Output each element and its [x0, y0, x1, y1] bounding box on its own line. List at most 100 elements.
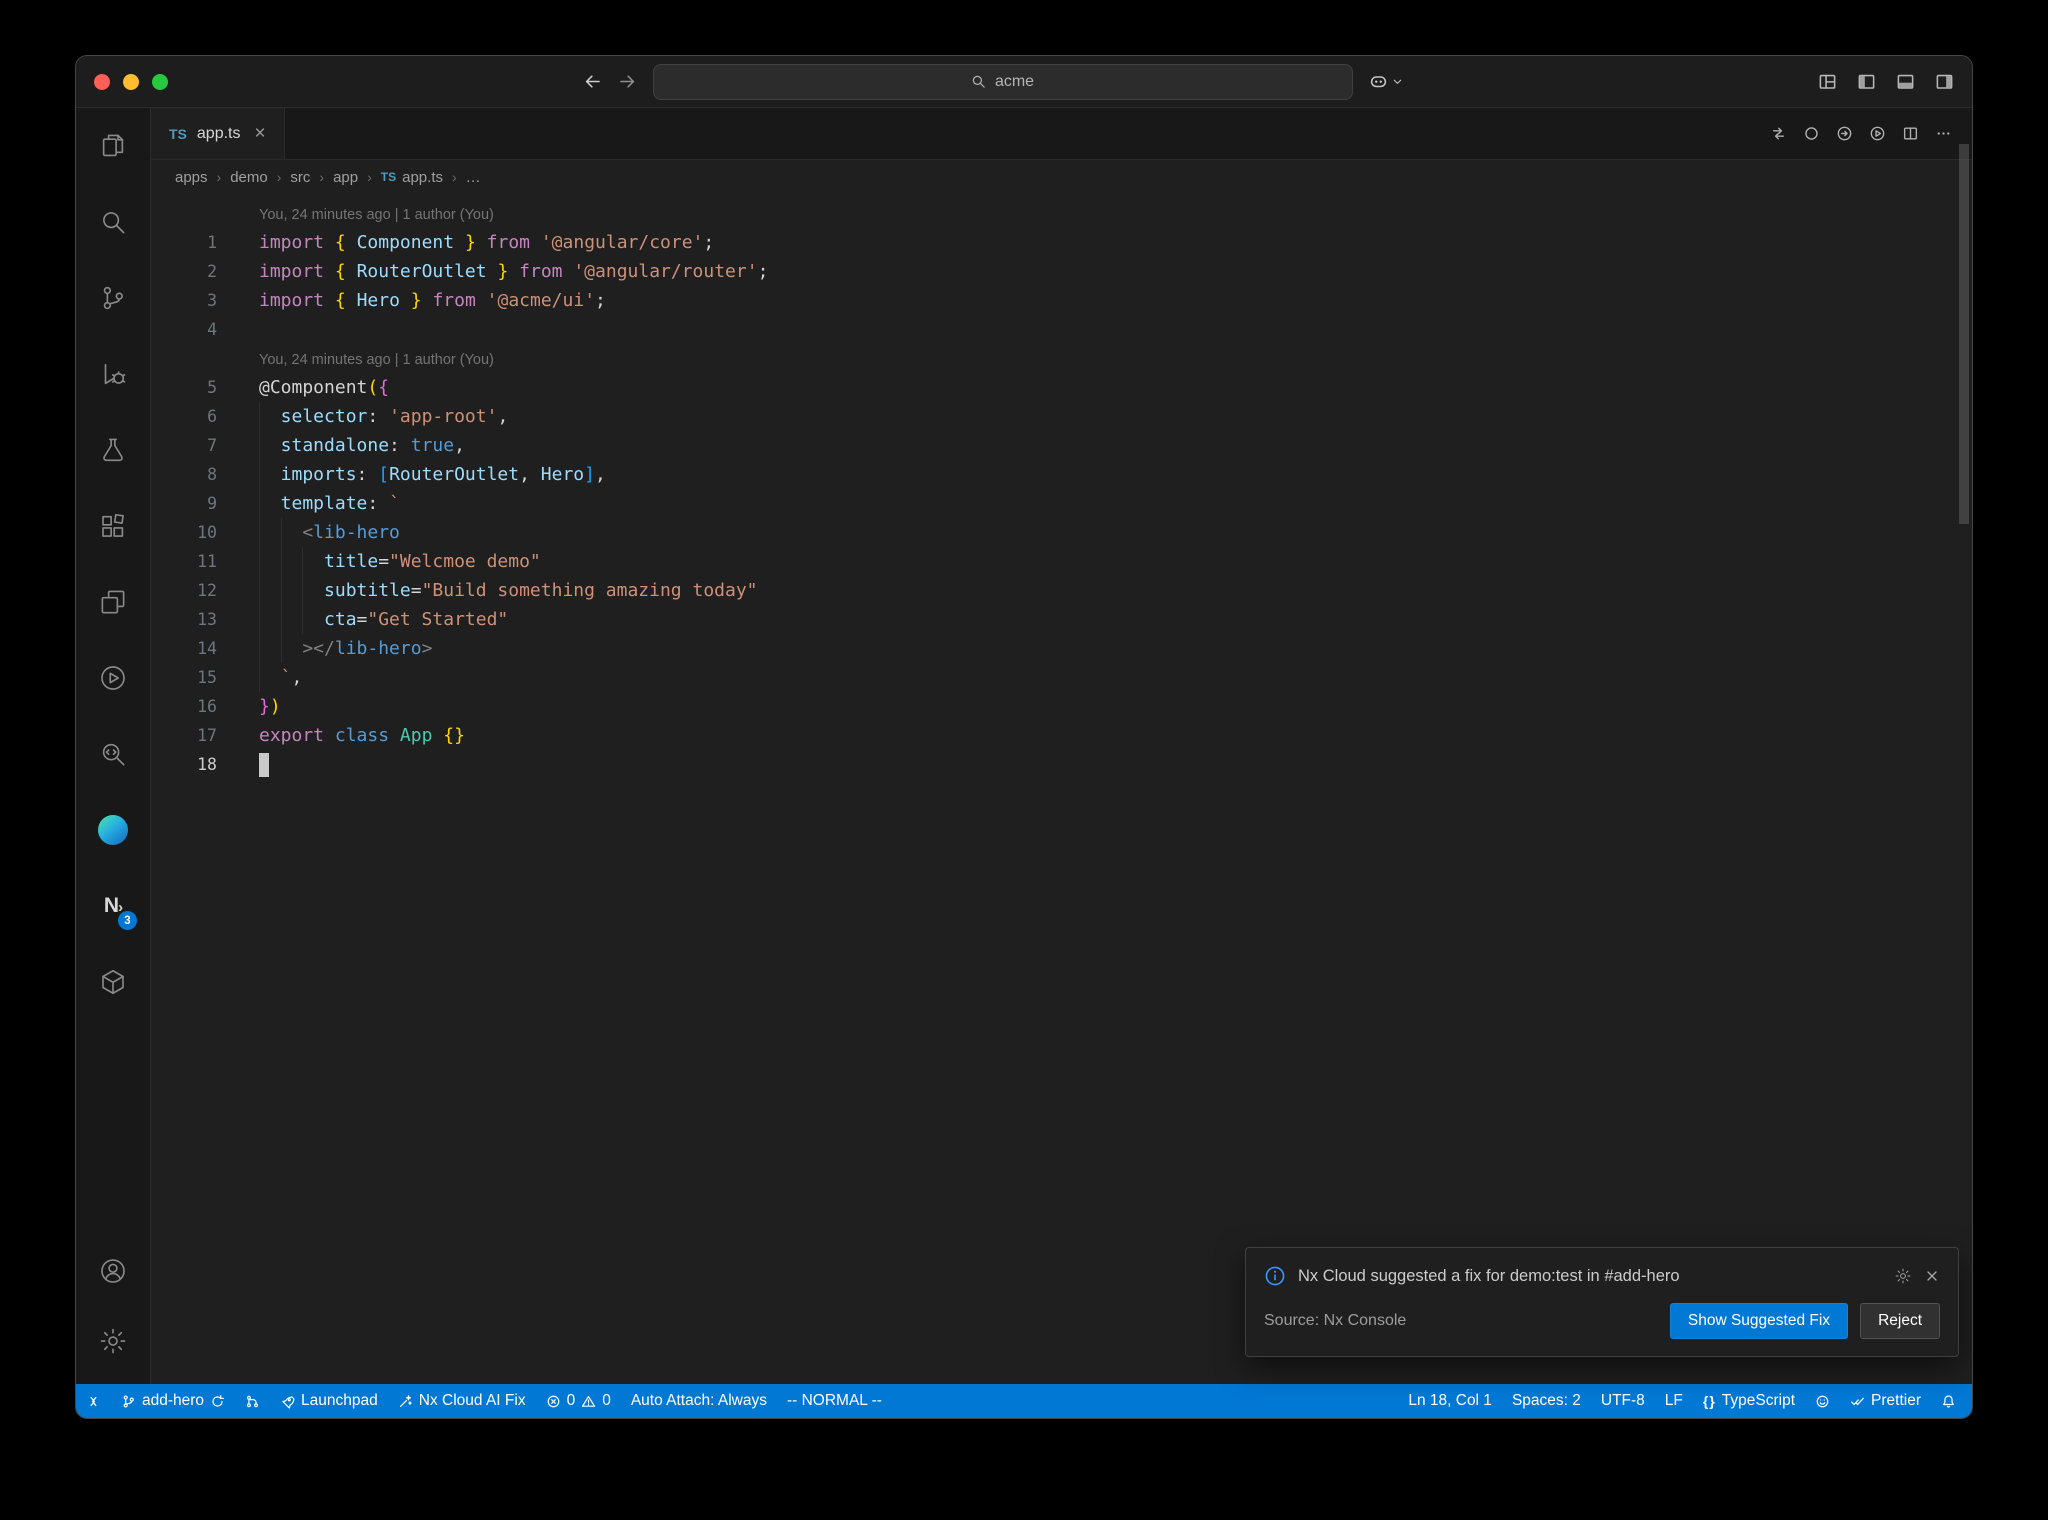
code-line-13[interactable]: 13 cta="Get Started": [151, 605, 1972, 634]
status-problems[interactable]: 00: [536, 1384, 621, 1418]
status-indentation[interactable]: Spaces: 2: [1502, 1384, 1591, 1418]
activity-code-search-icon[interactable]: [76, 716, 150, 792]
status-vim-mode[interactable]: -- NORMAL --: [777, 1384, 892, 1418]
info-icon: [1264, 1265, 1286, 1287]
status-feedback[interactable]: [1805, 1384, 1840, 1418]
status-formatter[interactable]: Prettier: [1840, 1384, 1931, 1418]
split-editor-icon[interactable]: [1902, 125, 1919, 142]
code-line-3[interactable]: 3 import { Hero } from '@acme/ui';: [151, 286, 1972, 315]
panel-bottom-icon[interactable]: [1896, 72, 1915, 91]
run-file-icon[interactable]: [1869, 125, 1886, 142]
activity-explorer-icon[interactable]: [76, 108, 150, 184]
status-auto-attach[interactable]: Auto Attach: Always: [621, 1384, 777, 1418]
activity-testing-icon[interactable]: [76, 412, 150, 488]
forward-arrow-icon[interactable]: [618, 72, 637, 91]
line-number: 7: [207, 436, 217, 455]
code-line-17[interactable]: 17 export class App {}: [151, 721, 1972, 750]
status-remote-indicator[interactable]: [76, 1384, 111, 1418]
more-actions-icon[interactable]: [1935, 125, 1952, 142]
code-line-8[interactable]: 8 imports: [RouterOutlet, Hero],: [151, 460, 1972, 489]
close-window-button[interactable]: [94, 73, 110, 90]
code-editor[interactable]: You, 24 minutes ago | 1 author (You) 1 imp…: [151, 194, 1972, 1384]
status-label: 0: [566, 1392, 576, 1409]
breadcrumb-item[interactable]: …: [466, 169, 481, 186]
activity-account-icon[interactable]: [76, 1236, 150, 1306]
activity-run-circle-icon[interactable]: [76, 640, 150, 716]
zoom-window-button[interactable]: [152, 73, 168, 90]
status-label: Nx Cloud AI Fix: [418, 1392, 526, 1409]
breadcrumb-item[interactable]: src: [290, 169, 310, 186]
breadcrumb-item[interactable]: app: [333, 169, 358, 186]
status-label: -- NORMAL --: [786, 1392, 882, 1409]
status-launchpad[interactable]: Launchpad: [270, 1384, 388, 1418]
tab-bar: TS app.ts ×: [151, 108, 1972, 160]
code-line-7[interactable]: 7 standalone: true,: [151, 431, 1972, 460]
status-label: Launchpad: [301, 1392, 378, 1409]
activity-extensions-icon[interactable]: [76, 488, 150, 564]
panel-left-icon[interactable]: [1857, 72, 1876, 91]
vscode-window: acme N› 3 TS app.ts × apps › demo › src › app › T…: [75, 55, 1973, 1419]
minimize-window-button[interactable]: [123, 73, 139, 90]
activity-edge-icon[interactable]: [76, 792, 150, 868]
code-line-14[interactable]: 14 ></lib-hero>: [151, 634, 1972, 663]
circle-icon[interactable]: [1803, 125, 1820, 142]
status-label: Auto Attach: Always: [630, 1392, 767, 1409]
breadcrumb: apps › demo › src › app › TS app.ts ›…: [151, 160, 1972, 194]
activity-run-debug-icon[interactable]: [76, 336, 150, 412]
code-line-2[interactable]: 2 import { RouterOutlet } from '@angular/…: [151, 257, 1972, 286]
sync-icon: [210, 1394, 225, 1409]
typescript-file-icon: TS: [169, 125, 187, 142]
status-eol[interactable]: LF: [1655, 1384, 1693, 1418]
nx-badge: 3: [118, 911, 137, 930]
activity-settings-gear-icon[interactable]: [76, 1306, 150, 1376]
line-number: [151, 199, 217, 228]
breadcrumb-item[interactable]: apps: [175, 169, 208, 186]
code-line-4[interactable]: 4: [151, 315, 1972, 344]
activity-search-icon[interactable]: [76, 184, 150, 260]
code-line-15[interactable]: 15 `,: [151, 663, 1972, 692]
breadcrumb-separator: ›: [367, 169, 372, 185]
close-notification-icon[interactable]: [1924, 1268, 1940, 1284]
notification-settings-icon[interactable]: [1894, 1267, 1912, 1285]
goto-icon[interactable]: [1836, 125, 1853, 142]
copilot-menu[interactable]: [1369, 72, 1404, 91]
activity-source-control-icon[interactable]: [76, 260, 150, 336]
code-line-5[interactable]: 5 @Component({: [151, 373, 1972, 402]
status-nx-cloud-ai-fix[interactable]: Nx Cloud AI Fix: [388, 1384, 536, 1418]
breadcrumb-item[interactable]: demo: [230, 169, 268, 186]
activity-nx-icon[interactable]: N› 3: [76, 868, 150, 944]
code-line-6[interactable]: 6 selector: 'app-root',: [151, 402, 1972, 431]
activity-cube-icon[interactable]: [76, 944, 150, 1020]
close-tab-icon[interactable]: ×: [254, 123, 265, 145]
back-arrow-icon[interactable]: [583, 72, 602, 91]
activity-windows-icon[interactable]: [76, 564, 150, 640]
branch-icon: [121, 1394, 136, 1409]
customize-layout-icon[interactable]: [1818, 72, 1837, 91]
status-cursor-position[interactable]: Ln 18, Col 1: [1398, 1384, 1502, 1418]
panel-right-icon[interactable]: [1935, 72, 1954, 91]
code-line-9[interactable]: 9 template: `: [151, 489, 1972, 518]
breadcrumb-separator: ›: [276, 169, 282, 185]
breadcrumb-item[interactable]: TS app.ts: [381, 169, 443, 186]
code-line-11[interactable]: 11 title="Welcmoe demo": [151, 547, 1972, 576]
run-debug-icon: [98, 359, 128, 389]
status-language-mode[interactable]: {} TypeScript: [1693, 1384, 1805, 1418]
testing-icon: [98, 435, 128, 465]
scrollbar[interactable]: [1959, 144, 1969, 524]
graph-icon: [245, 1394, 260, 1409]
code-line-10[interactable]: 10 <lib-hero: [151, 518, 1972, 547]
status-notifications[interactable]: [1931, 1384, 1966, 1418]
status-encoding[interactable]: UTF-8: [1591, 1384, 1655, 1418]
code-line-12[interactable]: 12 subtitle="Build something amazing toda…: [151, 576, 1972, 605]
tab-app-ts[interactable]: TS app.ts ×: [151, 108, 285, 159]
code-line-1[interactable]: 1 import { Component } from '@angular/cor…: [151, 228, 1972, 257]
status-commit-graph[interactable]: [235, 1384, 270, 1418]
status-branch[interactable]: add-hero: [111, 1384, 235, 1418]
code-line-18[interactable]: 18: [151, 750, 1972, 779]
show-suggested-fix-button[interactable]: Show Suggested Fix: [1669, 1303, 1849, 1339]
reject-button[interactable]: Reject: [1860, 1303, 1940, 1339]
code-line-16[interactable]: 16}): [151, 692, 1972, 721]
command-center-search[interactable]: acme: [652, 63, 1353, 100]
open-changes-icon[interactable]: [1770, 125, 1787, 142]
run-circle-icon: [98, 663, 128, 693]
